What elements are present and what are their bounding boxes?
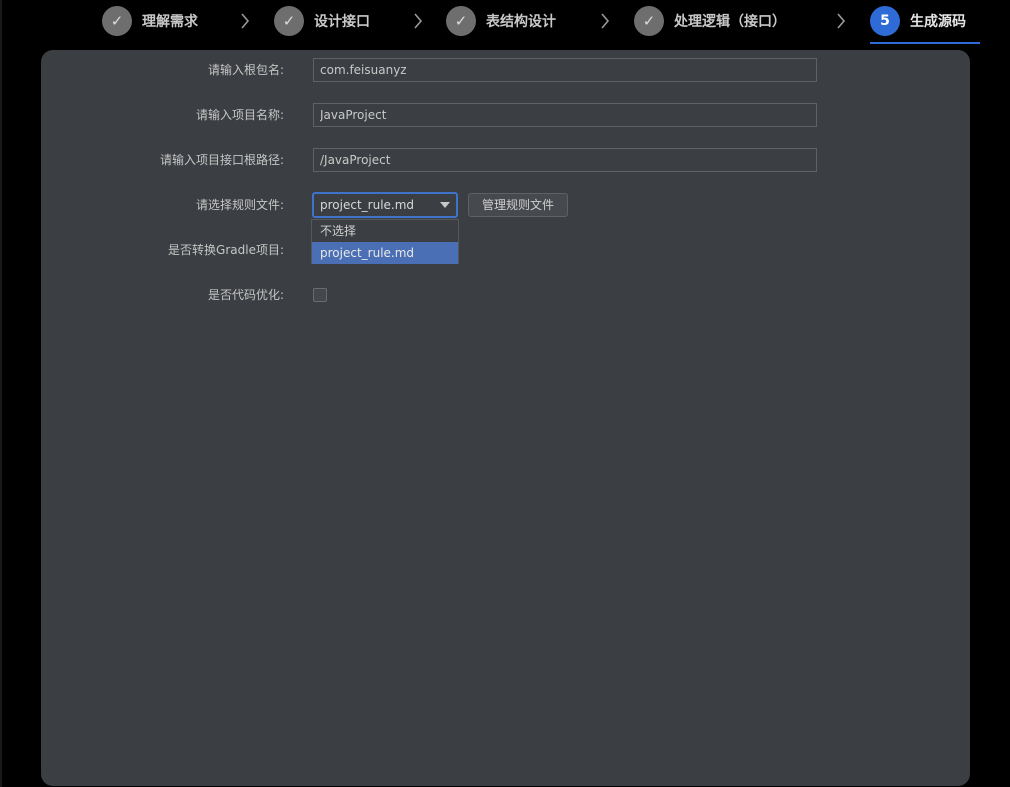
chevron-right-icon [836, 12, 846, 30]
step-label: 表结构设计 [486, 14, 556, 30]
manage-rule-files-button[interactable]: 管理规则文件 [468, 193, 568, 217]
step-logic[interactable]: ✓ 处理逻辑（接口） [634, 6, 786, 36]
wizard-stepper: ✓ 理解需求 ✓ 设计接口 ✓ 表结构设计 ✓ 处理逻辑（接口） 5 生成源码 [0, 0, 1010, 44]
step-understand-requirements[interactable]: ✓ 理解需求 [102, 6, 198, 36]
form-panel: 请输入根包名: 请输入项目名称: 请输入项目接口根路径: 请选择规则文件: pr… [41, 50, 970, 786]
check-icon: ✓ [634, 6, 664, 36]
optimize-label: 是否代码优化: [207, 288, 284, 302]
chevron-right-icon [240, 12, 250, 30]
chevron-right-icon [600, 12, 610, 30]
rule-file-label: 请选择规则文件: [195, 198, 284, 212]
step-design-api[interactable]: ✓ 设计接口 [274, 6, 370, 36]
package-label: 请输入根包名: [207, 63, 284, 77]
optimize-checkbox[interactable] [313, 288, 327, 302]
check-icon: ✓ [274, 6, 304, 36]
active-step-underline [870, 42, 980, 44]
rule-file-select[interactable]: project_rule.md [312, 192, 458, 218]
step-generate-source[interactable]: 5 生成源码 [870, 6, 966, 36]
project-name-input[interactable] [313, 103, 817, 127]
api-root-input[interactable] [313, 148, 817, 172]
window-left-edge [0, 0, 2, 787]
package-input[interactable] [313, 58, 817, 82]
step-label: 处理逻辑（接口） [674, 14, 786, 30]
step-label: 设计接口 [314, 14, 370, 30]
step-number: 5 [870, 6, 900, 36]
step-label: 生成源码 [910, 14, 966, 30]
project-name-label: 请输入项目名称: [195, 108, 284, 122]
dropdown-option-none[interactable]: 不选择 [312, 220, 458, 242]
rule-file-selected-value: project_rule.md [320, 198, 415, 212]
check-icon: ✓ [446, 6, 476, 36]
step-label: 理解需求 [142, 14, 198, 30]
step-table-design[interactable]: ✓ 表结构设计 [446, 6, 556, 36]
rule-file-dropdown: 不选择 project_rule.md [311, 219, 459, 264]
caret-down-icon[interactable] [440, 202, 450, 208]
api-root-label: 请输入项目接口根路径: [159, 153, 284, 167]
check-icon: ✓ [102, 6, 132, 36]
chevron-right-icon [413, 12, 423, 30]
dropdown-option-project-rule[interactable]: project_rule.md [312, 242, 458, 264]
gradle-label: 是否转换Gradle项目: [168, 243, 284, 257]
